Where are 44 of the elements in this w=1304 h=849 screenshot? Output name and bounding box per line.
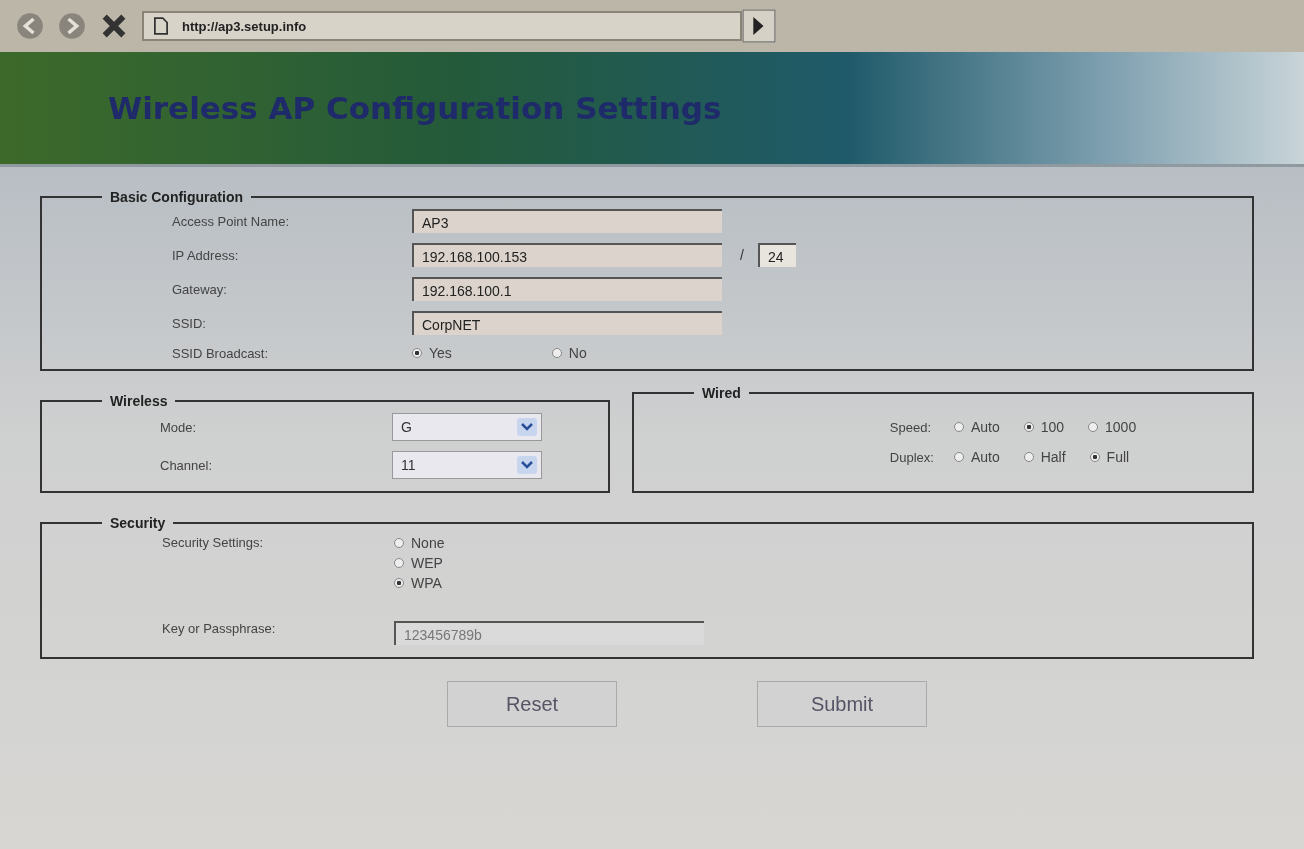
form-button[interactable]: Reset <box>447 681 617 727</box>
input-field[interactable]: 192.168.100.1 <box>412 277 722 301</box>
field-label: Channel: <box>160 457 214 473</box>
radio-option[interactable]: Auto <box>953 419 1000 435</box>
field-label: SSID: <box>172 315 207 331</box>
address-bar[interactable]: http://ap3.setup.info <box>142 11 742 41</box>
separator-text: / <box>740 247 744 263</box>
go-icon[interactable] <box>742 9 776 43</box>
radio-option[interactable]: No <box>551 345 587 361</box>
field-label: Speed: <box>889 419 932 435</box>
field-label: Mode: <box>160 419 198 435</box>
field-label: Access Point Name: <box>172 213 291 229</box>
section-title: Wired <box>701 385 742 401</box>
prefix-length-field[interactable]: 24 <box>757 243 796 267</box>
radio-option[interactable]: WEP <box>394 555 443 571</box>
chevron-down-icon <box>517 456 537 474</box>
radio-option[interactable]: WPA <box>394 575 442 591</box>
input-field[interactable]: 192.168.100.153 <box>412 243 722 267</box>
radio-option[interactable]: Auto <box>953 449 1000 465</box>
radio-option[interactable]: Full <box>1089 449 1130 465</box>
field-label: Duplex: <box>889 449 934 465</box>
section-title: Basic Configuration <box>109 189 244 205</box>
field-label: Security Settings: <box>162 535 265 550</box>
forward-icon[interactable] <box>58 12 86 40</box>
close-icon[interactable] <box>100 12 128 40</box>
dropdown[interactable]: G <box>392 413 542 441</box>
field-label: IP Address: <box>172 247 240 263</box>
section-title: Security <box>109 515 167 531</box>
input-field[interactable]: CorpNET <box>412 311 722 335</box>
radio-option[interactable]: Half <box>1023 449 1066 465</box>
radio-option[interactable]: 1000 <box>1088 419 1137 435</box>
field-label: Key or Passphrase: <box>162 621 277 636</box>
radio-option[interactable]: 100 <box>1023 419 1065 435</box>
back-icon[interactable] <box>16 12 44 40</box>
radio-option[interactable]: None <box>394 535 445 551</box>
section-title: Wireless <box>109 393 169 409</box>
dropdown[interactable]: 11 <box>392 451 542 479</box>
form-button[interactable]: Submit <box>757 681 927 727</box>
radio-option[interactable]: Yes <box>412 345 452 361</box>
input-field[interactable]: AP3 <box>412 209 722 233</box>
chevron-down-icon <box>517 418 537 436</box>
page-icon <box>154 17 168 35</box>
field-label: SSID Broadcast: <box>172 345 270 361</box>
field-label: Gateway: <box>172 281 228 297</box>
